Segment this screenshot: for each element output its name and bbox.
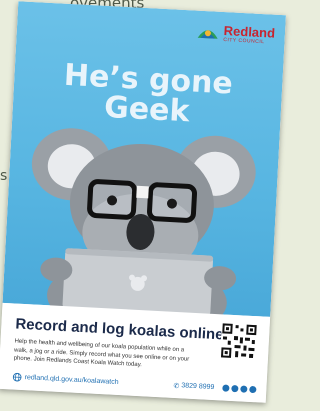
phone-icon: ✆ (173, 382, 180, 390)
twitter-icon (240, 385, 248, 393)
qr-code-icon (219, 322, 258, 361)
poster-info-panel: Record and log koalas online Help the he… (0, 302, 271, 403)
council-logo-icon (197, 29, 218, 39)
facebook-icon (222, 384, 230, 392)
poster-sky-panel: Redland CITY COUNCIL He’s gone Geek (2, 1, 286, 321)
background-caption-side: s (0, 168, 8, 184)
youtube-icon (249, 385, 257, 394)
poster-footer: redland.qld.gov.au/koalawatch ✆ 3829 899… (12, 372, 257, 394)
koala-poster: Redland CITY COUNCIL He’s gone Geek Reco… (0, 1, 286, 403)
council-logo: Redland CITY COUNCIL (195, 23, 275, 46)
phone-contact: ✆ 3829 8999 (173, 381, 214, 391)
globe-icon (12, 372, 22, 382)
poster-body-text: Help the health and wellbeing of our koa… (13, 338, 190, 369)
instagram-icon (231, 384, 239, 393)
phone-number: 3829 8999 (181, 382, 215, 392)
social-icons (222, 384, 257, 394)
koala-with-glasses-illustration (31, 128, 256, 321)
poster-website-link[interactable]: redland.qld.gov.au/koalawatch (24, 374, 118, 386)
